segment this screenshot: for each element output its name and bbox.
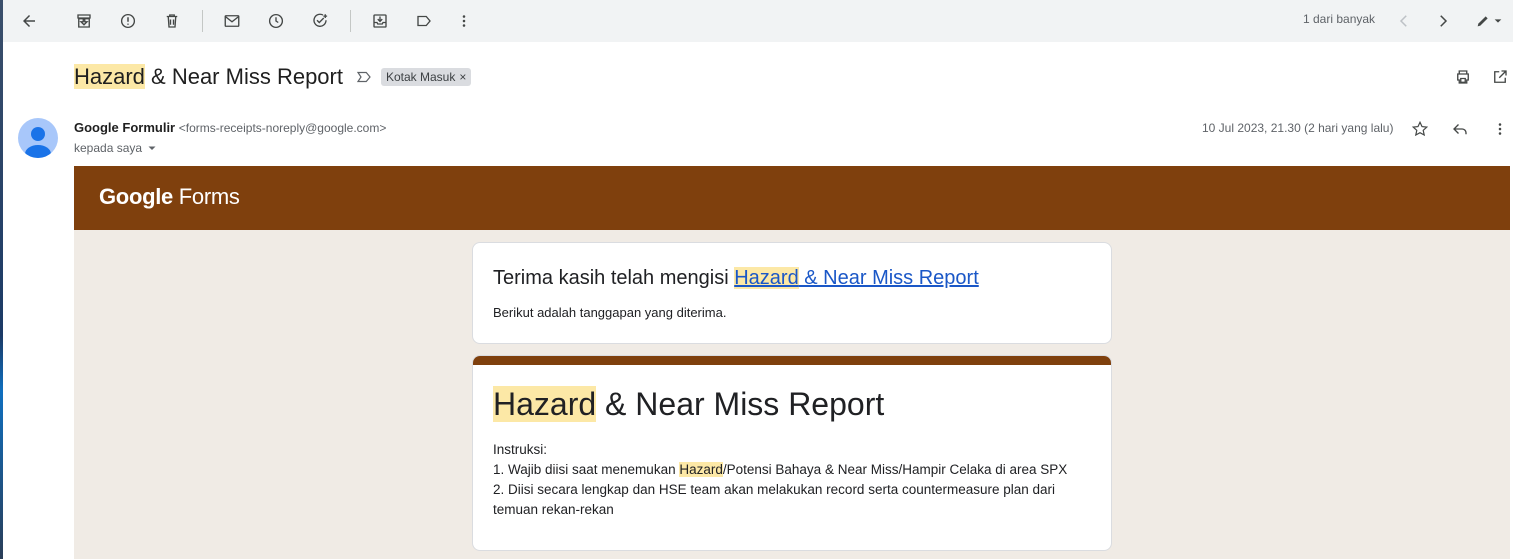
sender-email: <forms-receipts-noreply@google.com> bbox=[178, 121, 387, 135]
star-icon[interactable] bbox=[1409, 118, 1431, 140]
instr-item-2: 2. Diisi secara lengkap dan HSE team aka… bbox=[493, 482, 1056, 517]
forms-banner: Google Forms bbox=[74, 166, 1510, 230]
recipient-text: kepada saya bbox=[74, 141, 143, 155]
toolbar-divider bbox=[350, 10, 351, 32]
remove-label-icon[interactable]: × bbox=[459, 70, 466, 84]
sender-line: Google Formulir <forms-receipts-noreply@… bbox=[74, 120, 386, 135]
edit-icon[interactable] bbox=[1469, 7, 1509, 35]
chevron-down-icon bbox=[1494, 19, 1502, 23]
important-marker-icon[interactable] bbox=[355, 68, 373, 86]
archive-icon[interactable] bbox=[70, 7, 98, 35]
chevron-down-icon bbox=[148, 146, 156, 150]
google-forms-logo: Google Forms bbox=[99, 184, 240, 209]
thanks-title: Terima kasih telah mengisi Hazard & Near… bbox=[493, 267, 979, 289]
avatar[interactable] bbox=[18, 118, 58, 158]
back-arrow-icon[interactable] bbox=[15, 7, 43, 35]
window-edge bbox=[0, 0, 3, 559]
subject-text: & Near Miss Report bbox=[144, 64, 343, 89]
form-description: Instruksi: 1. Wajib diisi saat menemukan… bbox=[493, 440, 1093, 520]
email-subject: Hazard & Near Miss Report bbox=[74, 64, 343, 90]
report-spam-icon[interactable] bbox=[114, 7, 142, 35]
form-title: Hazard & Near Miss Report bbox=[493, 386, 885, 422]
form-card-accent bbox=[473, 356, 1111, 365]
print-icon[interactable] bbox=[1453, 67, 1473, 87]
reply-icon[interactable] bbox=[1449, 118, 1471, 140]
label-chip-text: Kotak Masuk bbox=[385, 70, 456, 84]
thanks-card: Terima kasih telah mengisi Hazard & Near… bbox=[472, 242, 1112, 344]
label-icon[interactable] bbox=[410, 7, 438, 35]
search-highlight: Hazard bbox=[74, 64, 145, 89]
add-task-icon[interactable] bbox=[306, 7, 334, 35]
label-chip-inbox[interactable]: Kotak Masuk × bbox=[380, 68, 472, 86]
form-card: Hazard & Near Miss Report Instruksi: 1. … bbox=[472, 355, 1112, 551]
form-link[interactable]: Hazard & Near Miss Report bbox=[734, 267, 979, 289]
pager-text: 1 dari banyak bbox=[1303, 12, 1376, 26]
instr-heading: Instruksi: bbox=[493, 442, 548, 457]
move-to-icon[interactable] bbox=[366, 7, 394, 35]
instr-item-1: 1. Wajib diisi saat menemukan Hazard/Pot… bbox=[493, 462, 1068, 477]
toolbar: 1 dari banyak bbox=[3, 0, 1513, 42]
delete-icon[interactable] bbox=[158, 7, 186, 35]
more-vert-icon[interactable] bbox=[450, 7, 478, 35]
message-date: 10 Jul 2023, 21.30 (2 hari yang lalu) bbox=[1202, 121, 1394, 135]
prev-icon[interactable] bbox=[1390, 7, 1418, 35]
recipient-details[interactable]: kepada saya bbox=[74, 141, 158, 155]
open-new-window-icon[interactable] bbox=[1490, 67, 1510, 87]
more-vert-icon[interactable] bbox=[1489, 118, 1511, 140]
toolbar-divider bbox=[202, 10, 203, 32]
thanks-subtitle: Berikut adalah tanggapan yang diterima. bbox=[493, 305, 727, 320]
mark-unread-icon[interactable] bbox=[218, 7, 246, 35]
sender-name[interactable]: Google Formulir bbox=[74, 120, 175, 135]
snooze-icon[interactable] bbox=[262, 7, 290, 35]
subject-row: Hazard & Near Miss Report Kotak Masuk × bbox=[74, 60, 472, 94]
next-icon[interactable] bbox=[1429, 7, 1457, 35]
